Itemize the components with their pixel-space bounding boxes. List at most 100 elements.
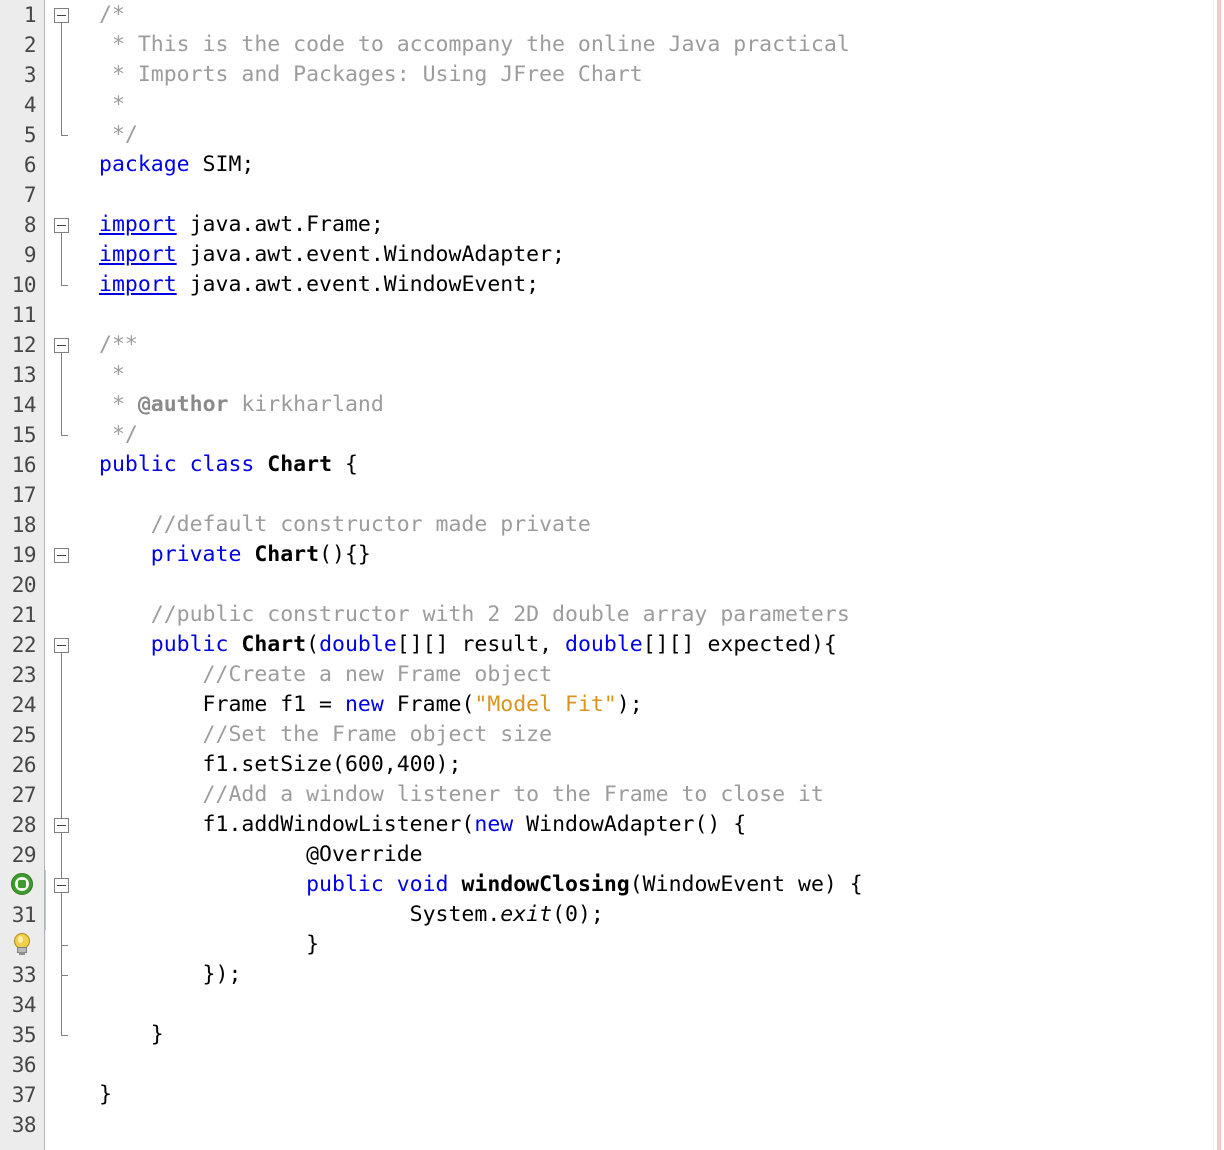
code-token: java.awt.Frame;	[176, 212, 384, 237]
code-line[interactable]: import java.awt.event.WindowEvent;	[99, 270, 539, 300]
code-token: Chart	[241, 632, 307, 657]
fold-toggle[interactable]	[54, 638, 69, 653]
fold-toggle[interactable]	[54, 218, 69, 233]
line-number: 4	[23, 93, 37, 117]
code-token: *	[99, 392, 138, 417]
code-line[interactable]: }	[99, 930, 319, 960]
code-token: f1.addWindowListener(	[99, 812, 475, 837]
code-line[interactable]: }	[99, 1080, 112, 1110]
line-number: 20	[11, 573, 37, 597]
code-token: //public constructor with 2 2D double ar…	[99, 602, 850, 627]
line-number: 5	[23, 123, 37, 147]
code-token: System.	[99, 902, 501, 927]
code-editor[interactable]: 1 2 3 4 5 6 7 8 9 10 11 12 13 14 15 16 17 18 19 20 21 22 23 24 2…	[0, 0, 1224, 1150]
fold-range-line	[61, 893, 62, 945]
fold-range-line	[61, 23, 62, 135]
code-token: Frame f1 =	[99, 692, 345, 717]
code-line[interactable]: */	[99, 120, 138, 150]
error-annotation-stripe[interactable]	[1213, 0, 1224, 1150]
code-token: import	[99, 212, 177, 237]
code-line[interactable]: import java.awt.Frame;	[99, 210, 384, 240]
code-line[interactable]: public class Chart {	[99, 450, 358, 480]
code-line[interactable]: //Set the Frame object size	[99, 720, 553, 750]
code-line[interactable]: @Override	[99, 840, 423, 870]
code-line[interactable]: f1.addWindowListener(new WindowAdapter()…	[99, 810, 747, 840]
lightbulb-icon-shape	[11, 933, 33, 957]
line-number: 17	[11, 483, 37, 507]
fold-toggle[interactable]	[54, 878, 69, 893]
line-number: 11	[11, 303, 37, 327]
code-token: * Imports and Packages: Using JFree Char…	[99, 62, 643, 87]
line-number: 37	[11, 1083, 37, 1107]
fold-toggle[interactable]	[54, 338, 69, 353]
code-token: package	[99, 152, 190, 177]
code-token: */	[99, 122, 138, 147]
fold-toggle[interactable]	[54, 8, 69, 23]
code-line[interactable]: *	[99, 90, 125, 120]
code-line[interactable]: /**	[99, 330, 138, 360]
code-token: //default constructor made private	[99, 512, 591, 537]
fold-range-line	[61, 233, 62, 285]
fold-toggle[interactable]	[54, 548, 69, 563]
code-line[interactable]: *	[99, 360, 125, 390]
code-line[interactable]: private Chart(){}	[99, 540, 371, 570]
code-line[interactable]: });	[99, 960, 242, 990]
code-token: */	[99, 422, 138, 447]
line-number: 22	[11, 633, 37, 657]
code-line[interactable]: */	[99, 420, 138, 450]
code-token: f1.setSize(600,400);	[99, 752, 462, 777]
code-token: java.awt.event.WindowEvent;	[176, 272, 540, 297]
code-line[interactable]: //Create a new Frame object	[99, 660, 553, 690]
line-number-gutter[interactable]: 1 2 3 4 5 6 7 8 9 10 11 12 13 14 15 16 17 18 19 20 21 22 23 24 2…	[0, 0, 45, 1150]
fold-range-end	[61, 135, 68, 136]
code-line[interactable]: import java.awt.event.WindowAdapter;	[99, 240, 565, 270]
code-token: @Override	[99, 842, 423, 867]
code-line[interactable]: * This is the code to accompany the onli…	[99, 30, 850, 60]
code-line[interactable]: }	[99, 1020, 164, 1050]
line-number: 6	[23, 153, 37, 177]
line-number: 36	[11, 1053, 37, 1077]
code-line[interactable]: f1.setSize(600,400);	[99, 750, 462, 780]
code-line[interactable]: * Imports and Packages: Using JFree Char…	[99, 60, 643, 90]
code-line[interactable]: //default constructor made private	[99, 510, 591, 540]
code-line[interactable]: //public constructor with 2 2D double ar…	[99, 600, 850, 630]
code-line[interactable]: public void windowClosing(WindowEvent we…	[99, 870, 863, 900]
code-line[interactable]: Frame f1 = new Frame("Model Fit");	[99, 690, 643, 720]
line-number: 28	[11, 813, 37, 837]
code-token: import	[99, 272, 177, 297]
code-token: }	[99, 932, 320, 957]
line-number: 34	[11, 993, 37, 1017]
code-line[interactable]: /*	[99, 0, 125, 30]
code-line[interactable]: public Chart(double[][] result, double[]…	[99, 630, 837, 660]
code-token: private	[150, 542, 242, 567]
code-text-area[interactable]: /* * This is the code to accompany the o…	[92, 0, 1224, 1150]
code-fold-column[interactable]	[46, 0, 92, 1150]
override-icon[interactable]	[11, 873, 37, 899]
code-token: //Create a new Frame object	[99, 662, 553, 687]
code-token: (0);	[552, 902, 604, 927]
fold-range-line	[61, 353, 62, 435]
lightbulb-icon[interactable]	[11, 933, 37, 959]
line-number: 9	[23, 243, 37, 267]
line-number: 1	[23, 3, 37, 27]
line-number: 16	[11, 453, 37, 477]
code-token: java.awt.event.WindowAdapter;	[176, 242, 565, 267]
fold-toggle[interactable]	[54, 818, 69, 833]
line-number: 35	[11, 1023, 37, 1047]
code-token: });	[99, 962, 242, 987]
code-line[interactable]: * @author kirkharland	[99, 390, 384, 420]
code-line[interactable]: System.exit(0);	[99, 900, 604, 930]
line-number: 18	[11, 513, 37, 537]
code-line[interactable]: //Add a window listener to the Frame to …	[99, 780, 824, 810]
fold-range-end	[61, 1035, 68, 1036]
code-token: public void	[306, 872, 449, 897]
code-line[interactable]: package SIM;	[99, 150, 254, 180]
code-token: (WindowEvent we) {	[629, 872, 863, 897]
code-token: kirkharland	[228, 392, 384, 417]
code-token: /*	[99, 2, 125, 27]
code-token: *	[99, 92, 125, 117]
code-token: }	[99, 1082, 112, 1107]
